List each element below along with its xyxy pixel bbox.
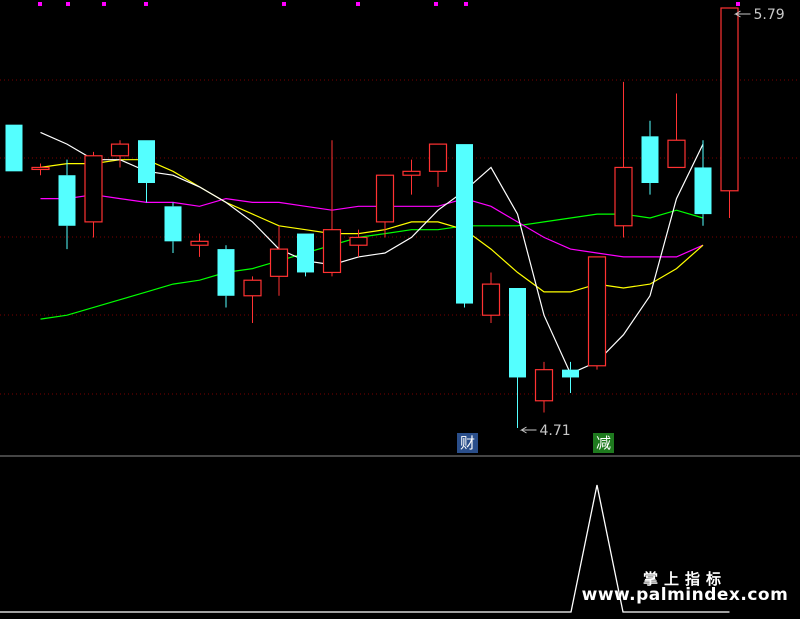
- candle-body: [562, 369, 579, 378]
- candle-body: [31, 166, 50, 171]
- candle: [138, 140, 155, 203]
- candle-body: [428, 143, 448, 172]
- candle-body: [217, 249, 235, 296]
- candle-body: [534, 369, 554, 402]
- top-marker: [102, 2, 106, 6]
- candle: [614, 81, 633, 238]
- candle: [84, 151, 103, 238]
- candle-body: [297, 233, 314, 273]
- candle: [509, 288, 526, 428]
- top-marker: [66, 2, 70, 6]
- top-marker: [356, 2, 360, 6]
- candle-body: [587, 256, 607, 367]
- candlestick-chart: 5.79 4.71: [0, 2, 800, 613]
- candle-body: [138, 140, 155, 183]
- candle: [641, 120, 659, 195]
- signal-badge-jian: 减: [593, 433, 615, 453]
- candle-body: [720, 7, 739, 192]
- signal-badge-cai: 财: [457, 433, 479, 453]
- candle-body: [164, 206, 182, 242]
- candle-body: [641, 136, 659, 183]
- top-marker: [38, 2, 42, 6]
- ma20-line: [40, 194, 704, 258]
- candle: [562, 361, 579, 393]
- candle-body: [190, 240, 209, 246]
- candle: [587, 256, 607, 370]
- top-marker: [434, 2, 438, 6]
- candle: [5, 124, 23, 172]
- candle-body: [269, 248, 289, 277]
- grid-lines: [0, 79, 800, 457]
- candle: [667, 93, 686, 169]
- price-annotations: 5.79 4.71: [519, 7, 785, 439]
- candle: [402, 159, 421, 195]
- candle-body: [110, 143, 130, 157]
- watermark-url: www.palmindex.com: [581, 585, 789, 605]
- candle: [456, 144, 473, 308]
- candle-body: [349, 236, 368, 246]
- candle-body: [243, 279, 262, 297]
- candle: [190, 233, 209, 257]
- candle-body: [58, 175, 76, 226]
- candle-body: [667, 139, 686, 169]
- candle: [720, 7, 739, 218]
- top-marker: [144, 2, 148, 6]
- candle: [164, 202, 182, 253]
- candle: [428, 143, 448, 187]
- candle-body: [322, 229, 342, 274]
- candle-body: [456, 144, 473, 304]
- candle: [481, 272, 501, 323]
- candle: [534, 361, 554, 413]
- candle: [217, 245, 235, 308]
- candle: [31, 163, 50, 176]
- candle-body: [84, 155, 103, 223]
- low-arrow: [519, 426, 537, 434]
- candle: [269, 225, 289, 296]
- candle: [58, 159, 76, 250]
- low-label: 4.71: [540, 423, 571, 439]
- top-marker: [464, 2, 468, 6]
- top-markers: [38, 2, 740, 6]
- candle-body: [375, 174, 395, 223]
- candle-body: [509, 288, 526, 378]
- candle: [110, 140, 130, 168]
- candle-body: [5, 124, 23, 172]
- candle: [297, 233, 314, 277]
- high-label: 5.79: [754, 7, 785, 23]
- candle-body: [481, 283, 501, 316]
- candle-body: [694, 167, 712, 215]
- candle-body: [402, 170, 421, 176]
- candle-body: [614, 166, 633, 227]
- top-marker: [736, 2, 740, 6]
- candle: [322, 140, 342, 277]
- candles: [5, 7, 739, 428]
- candle: [243, 276, 262, 323]
- top-marker: [282, 2, 286, 6]
- candle: [694, 140, 712, 226]
